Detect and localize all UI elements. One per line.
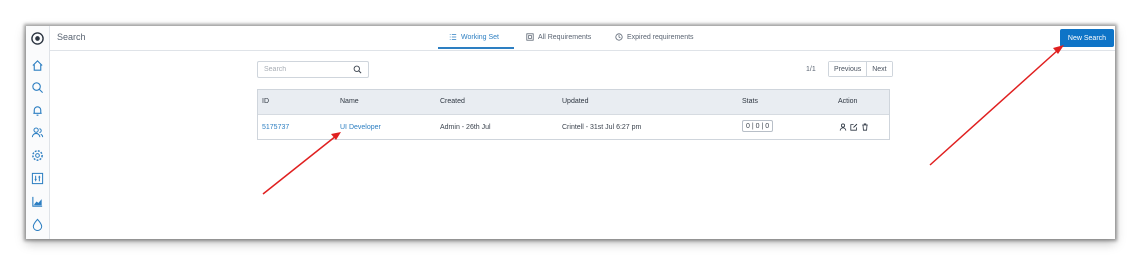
column-header-name: Name [340, 98, 359, 105]
requirement-name-link[interactable]: UI Developer [340, 124, 381, 131]
top-bar: Search Working Set All Requirements Expi… [50, 26, 1115, 51]
settings-icon[interactable] [30, 148, 45, 163]
row-actions [839, 123, 869, 131]
sidebar [26, 26, 50, 239]
drop-icon[interactable] [30, 217, 45, 232]
page-indicator: 1/1 [806, 66, 816, 73]
tab-label: All Requirements [538, 33, 592, 41]
home-icon[interactable] [30, 58, 45, 73]
column-header-created: Created [440, 98, 465, 105]
trash-icon[interactable] [861, 123, 869, 131]
stats-badge: 0 | 0 | 0 [742, 120, 774, 132]
page-title: Search [57, 32, 86, 42]
app-window: Search Working Set All Requirements Expi… [26, 26, 1115, 239]
table-header: ID Name Created Updated Stats Action [258, 90, 889, 115]
search-field[interactable] [257, 61, 369, 78]
clock-icon [615, 33, 623, 41]
updated-cell: Crintell - 31st Jul 6:27 pm [562, 124, 642, 131]
user-icon[interactable] [839, 123, 847, 131]
column-header-stats: Stats [742, 98, 758, 105]
chart-icon[interactable] [30, 194, 45, 209]
created-cell: Admin - 26th Jul [440, 124, 491, 131]
new-search-button[interactable]: New Search [1060, 29, 1114, 47]
list-icon [449, 34, 457, 40]
sliders-icon[interactable] [30, 171, 45, 186]
next-button[interactable]: Next [866, 62, 892, 76]
requirement-id-link[interactable]: 5175737 [262, 124, 289, 131]
column-header-action: Action [838, 98, 858, 105]
tab-working-set[interactable]: Working Set [449, 33, 499, 41]
search-input[interactable] [264, 64, 348, 75]
bell-icon[interactable] [30, 103, 45, 118]
search-icon[interactable] [30, 80, 45, 95]
requirements-table: ID Name Created Updated Stats Action 517… [257, 89, 890, 140]
tab-label: Working Set [461, 33, 499, 41]
edit-icon[interactable] [850, 123, 858, 131]
column-header-updated: Updated [562, 98, 589, 105]
search-icon[interactable] [353, 65, 362, 74]
tab-all-requirements[interactable]: All Requirements [526, 33, 591, 41]
pagination: Previous Next [828, 61, 893, 77]
tab-expired-requirements[interactable]: Expired requirements [615, 33, 694, 41]
tab-label: Expired requirements [627, 33, 694, 41]
previous-button[interactable]: Previous [829, 62, 867, 76]
active-tab-indicator [438, 47, 514, 49]
column-header-id: ID [262, 98, 269, 105]
users-icon[interactable] [30, 125, 45, 140]
grid-icon [526, 33, 534, 41]
logo-icon[interactable] [30, 31, 45, 46]
